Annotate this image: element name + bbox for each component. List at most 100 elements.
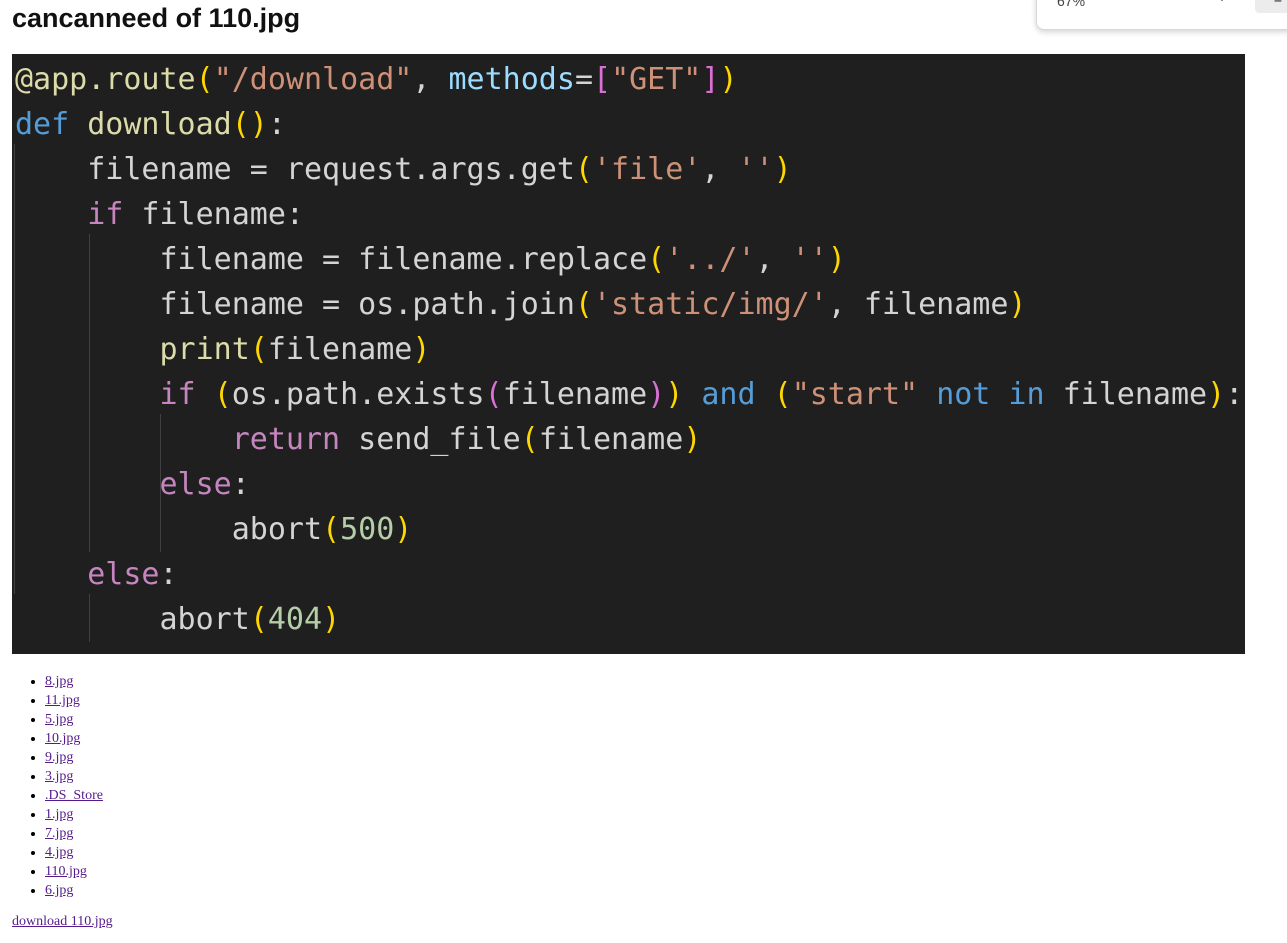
- list-item: 3.jpg: [45, 767, 103, 786]
- file-list: 8.jpg 11.jpg 5.jpg 10.jpg 9.jpg 3.jpg .DS_Stor…: [0, 672, 103, 900]
- code-token: (: [574, 152, 593, 187]
- list-item: 7.jpg: [45, 824, 103, 843]
- code-token: '': [791, 242, 828, 277]
- code-line: filename = os.path.join('static/img/', f…: [15, 282, 1026, 327]
- code-token: ): [683, 422, 702, 457]
- list-item: 6.jpg: [45, 881, 103, 900]
- code-token: :: [1225, 377, 1244, 412]
- code-token: ): [827, 242, 846, 277]
- page-title: cancanneed of 110.jpg: [12, 3, 301, 33]
- list-item: 8.jpg: [45, 672, 103, 691]
- code-token: ): [665, 377, 684, 412]
- code-token: '': [737, 152, 774, 187]
- code-token: (: [249, 602, 268, 637]
- code-line: print(filename): [15, 327, 431, 372]
- code-token: 'static/img/': [592, 287, 828, 322]
- code-token: (: [195, 62, 214, 97]
- code-token: ): [1008, 287, 1027, 322]
- code-token: def: [15, 107, 70, 142]
- file-link[interactable]: 9.jpg: [45, 750, 73, 765]
- file-link[interactable]: 5.jpg: [45, 712, 73, 727]
- code-token: @app.route: [15, 62, 196, 97]
- code-token: =: [574, 62, 593, 97]
- code-token: 'file': [592, 152, 702, 187]
- code-token: ): [719, 62, 738, 97]
- code-token: ,: [755, 242, 792, 277]
- file-link[interactable]: 8.jpg: [45, 674, 73, 689]
- code-token: 404: [267, 602, 323, 637]
- code-token: "start": [791, 377, 919, 412]
- code-screenshot: @app.route("/download", methods=["GET"])…: [12, 54, 1245, 654]
- file-link[interactable]: 3.jpg: [45, 769, 73, 784]
- file-link[interactable]: .DS_Store: [45, 788, 103, 803]
- code-token: ): [647, 377, 666, 412]
- code-token: return: [231, 422, 341, 457]
- code-token: not in: [936, 377, 1045, 412]
- code-token: filename = os.path.join: [15, 287, 575, 322]
- code-token: and: [701, 377, 756, 412]
- code-line: abort(404): [15, 597, 340, 642]
- code-token: ): [1207, 377, 1226, 412]
- zoom-menu-button[interactable]: ≡: [1255, 0, 1287, 13]
- code-token: download: [87, 107, 232, 142]
- zoom-out-button[interactable]: —: [1173, 0, 1195, 7]
- zoom-in-button[interactable]: +: [1211, 0, 1233, 7]
- code-token: else: [87, 557, 160, 592]
- list-item: 4.jpg: [45, 843, 103, 862]
- code-line: else:: [15, 462, 250, 507]
- file-link[interactable]: 4.jpg: [45, 845, 73, 860]
- code-token: filename:: [123, 197, 304, 232]
- list-item: .DS_Store: [45, 786, 103, 805]
- list-item: 1.jpg: [45, 805, 103, 824]
- code-line: def download():: [15, 102, 286, 147]
- code-token: abort: [15, 512, 323, 547]
- code-token: (: [484, 377, 503, 412]
- code-line: @app.route("/download", methods=["GET"]): [15, 57, 738, 102]
- zoom-popup: 67% — + ≡: [1036, 0, 1287, 30]
- code-token: else: [159, 467, 232, 502]
- file-link[interactable]: 7.jpg: [45, 826, 73, 841]
- file-link[interactable]: 11.jpg: [45, 693, 80, 708]
- code-token: filename: [502, 377, 648, 412]
- code-token: "/download": [213, 62, 413, 97]
- code-token: filename: [538, 422, 684, 457]
- code-token: if: [159, 377, 196, 412]
- code-token: ): [773, 152, 792, 187]
- download-link[interactable]: download 110.jpg: [12, 912, 113, 932]
- list-item: 10.jpg: [45, 729, 103, 748]
- code-token: :: [159, 557, 178, 592]
- code-token: ]: [701, 62, 720, 97]
- code-token: , filename: [827, 287, 1009, 322]
- code-token: "GET": [611, 62, 702, 97]
- file-link[interactable]: 10.jpg: [45, 731, 80, 746]
- code-line: filename = filename.replace('../', ''): [15, 237, 846, 282]
- code-line: filename = request.args.get('file', ''): [15, 147, 792, 192]
- file-link[interactable]: 6.jpg: [45, 883, 73, 898]
- code-line: return send_file(filename): [15, 417, 702, 462]
- code-line: if (os.path.exists(filename)) and ("star…: [15, 372, 1244, 417]
- code-token: (: [574, 287, 593, 322]
- code-token: (: [213, 377, 232, 412]
- code-token: (): [231, 107, 268, 142]
- file-link[interactable]: 1.jpg: [45, 807, 73, 822]
- file-link[interactable]: 110.jpg: [45, 864, 87, 879]
- code-token: '../': [665, 242, 756, 277]
- list-item: 5.jpg: [45, 710, 103, 729]
- code-token: filename: [267, 332, 413, 367]
- code-token: os.path.exists: [231, 377, 485, 412]
- code-token: 500: [340, 512, 395, 547]
- code-token: send_file: [340, 422, 521, 457]
- code-token: (: [773, 377, 792, 412]
- list-item: 11.jpg: [45, 691, 103, 710]
- code-token: abort: [15, 602, 250, 637]
- code-line: else:: [15, 552, 178, 597]
- code-token: filename = request.args.get: [15, 152, 575, 187]
